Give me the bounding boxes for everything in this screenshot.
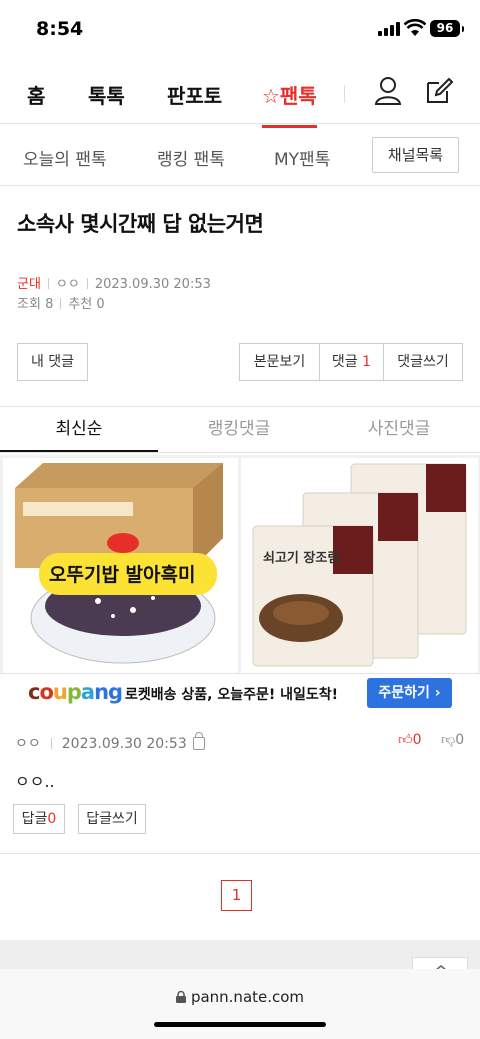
channel-list-button[interactable]: 채널목록	[372, 137, 459, 173]
my-comments-button[interactable]: 내 댓글	[17, 343, 88, 381]
beef-product-name: 쇠고기 장조림	[263, 550, 339, 566]
subnav-ranking[interactable]: 랭킹 팬톡	[157, 145, 225, 170]
subnav-today[interactable]: 오늘의 팬톡	[23, 145, 107, 170]
post-stats: 조회 8 추천 0	[17, 293, 105, 312]
reply-button[interactable]: 답글0	[13, 804, 65, 834]
status-bar: 8:54 96	[0, 0, 480, 62]
rice-product-name: 오뚜기밥 발아흑미	[49, 563, 195, 586]
views-count: 8	[45, 297, 54, 312]
nav-toktok[interactable]: 톡톡	[88, 80, 125, 109]
tab-latest[interactable]: 최신순	[0, 406, 158, 452]
write-reply-button[interactable]: 답글쓰기	[78, 804, 146, 834]
tab-photo-comments[interactable]: 사진댓글	[320, 406, 478, 452]
main-nav: 홈 톡톡 판포토 ☆팬톡	[0, 62, 480, 128]
browser-url-bar[interactable]: pann.nate.com	[0, 969, 480, 1039]
ad-image-beef[interactable]: 쇠고기 장조림	[241, 458, 478, 673]
page-1[interactable]: 1	[221, 880, 252, 911]
home-indicator[interactable]	[154, 1022, 326, 1027]
lock-icon	[175, 990, 186, 1003]
nav-pantok[interactable]: ☆팬톡	[262, 80, 317, 128]
thumbs-up-icon: 👍︎	[398, 732, 413, 748]
post-title: 소속사 몇시간째 답 없는거면	[17, 212, 264, 236]
dislike-button[interactable]: 👎︎0	[441, 731, 464, 748]
order-button[interactable]: 주문하기 ›	[367, 678, 452, 708]
comment-author: ㅇㅇ	[15, 736, 41, 752]
subnav-my[interactable]: MY팬톡	[274, 145, 330, 170]
views-label: 조회	[17, 297, 41, 312]
write-icon[interactable]	[424, 76, 454, 106]
coupang-banner[interactable]: coupang 로켓배송 상품, 오늘주문! 내일도착! 주문하기 ›	[0, 673, 480, 711]
sub-nav: 오늘의 팬톡 랭킹 팬톡 MY팬톡 채널목록	[0, 124, 480, 186]
nav-divider	[344, 85, 345, 103]
recommend-label: 추천	[68, 297, 93, 312]
reply-count: 0	[47, 811, 57, 827]
recommend-count: 0	[96, 297, 105, 312]
url-text[interactable]: pann.nate.com	[0, 988, 480, 1006]
like-count: 0	[412, 732, 422, 748]
like-button[interactable]: 👍︎0	[398, 731, 422, 748]
view-post-button[interactable]: 본문보기	[239, 343, 320, 381]
coupang-logo[interactable]: coupang	[28, 680, 123, 704]
comment-text: ㅇㅇ..	[15, 772, 55, 791]
post-category[interactable]: 군대	[17, 277, 41, 292]
rice-product-image: 오뚜기밥 발아흑미	[15, 463, 223, 664]
divider	[0, 452, 480, 453]
tab-ranking-comments[interactable]: 랭킹댓글	[160, 406, 318, 452]
reply-label: 답글	[21, 811, 48, 827]
lock-icon[interactable]	[192, 732, 205, 750]
nav-home[interactable]: 홈	[27, 80, 45, 109]
beef-product-image: 쇠고기 장조림	[252, 463, 467, 667]
post-meta: 군대 ㅇㅇ 2023.09.30 20:53	[17, 273, 211, 292]
ad-text: 로켓배송 상품, 오늘주문! 내일도착!	[125, 687, 339, 703]
divider	[0, 853, 480, 854]
coupang-ad[interactable]: 오뚜기밥 발아흑미 쇠고기 장조림 coupang 로켓배송 상품, 오늘주문!…	[0, 455, 480, 711]
comment-meta: ㅇㅇ 2023.09.30 20:53	[15, 732, 205, 753]
thumbs-down-icon: 👎︎	[441, 732, 456, 748]
battery-icon: 96	[430, 20, 464, 37]
signal-icon	[378, 22, 400, 36]
write-comment-button[interactable]: 댓글쓰기	[383, 343, 463, 381]
wifi-icon	[404, 19, 426, 36]
post-date: 2023.09.30 20:53	[94, 277, 211, 292]
clock: 8:54	[36, 18, 84, 40]
comment-date: 2023.09.30 20:53	[61, 736, 187, 752]
comments-label: 댓글	[331, 354, 358, 370]
nav-panpoto[interactable]: 판포토	[167, 80, 222, 109]
ad-image-rice[interactable]: 오뚜기밥 발아흑미	[3, 458, 238, 673]
url-value: pann.nate.com	[190, 988, 305, 1006]
post-author: ㅇㅇ	[55, 277, 80, 292]
comments-button[interactable]: 댓글 1	[319, 343, 384, 381]
comments-count: 1	[362, 354, 372, 370]
dislike-count: 0	[455, 732, 465, 748]
user-icon[interactable]	[374, 76, 402, 106]
